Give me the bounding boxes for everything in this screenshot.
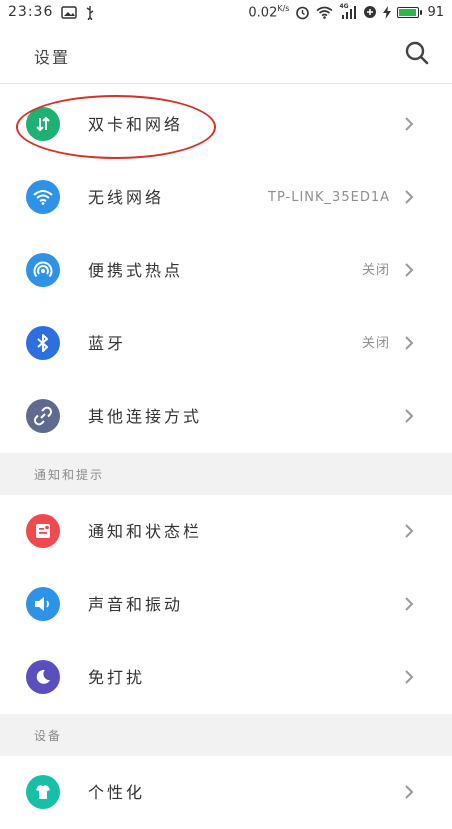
- item-value: TP-LINK_35ED1A: [268, 190, 390, 205]
- page-title: 设置: [34, 48, 71, 67]
- item-label: 无线网络: [88, 188, 165, 207]
- item-label: 其他连接方式: [88, 407, 203, 426]
- status-time: 23:36: [8, 4, 54, 20]
- search-icon: [405, 41, 429, 65]
- alarm-icon: [295, 5, 310, 20]
- item-label: 双卡和网络: [88, 115, 184, 134]
- setting-personalize[interactable]: 个性化: [0, 756, 452, 829]
- image-notification-icon: [61, 5, 78, 19]
- usb-icon: [85, 5, 95, 20]
- link-icon: [26, 399, 60, 433]
- chevron-right-icon: [405, 263, 414, 277]
- charging-icon: [383, 5, 392, 19]
- setting-notification-status-bar[interactable]: 通知和状态栏: [0, 495, 452, 568]
- settings-list: 双卡和网络 无线网络 TP-LINK_35ED1A 便携式热点 关闭 蓝牙 关闭…: [0, 88, 452, 829]
- chevron-right-icon: [405, 670, 414, 684]
- wifi-icon: [26, 180, 60, 214]
- item-label: 通知和状态栏: [88, 522, 203, 541]
- battery-level: 91: [427, 4, 444, 20]
- bluetooth-icon: [26, 326, 60, 360]
- chevron-right-icon: [405, 117, 414, 131]
- battery-icon: [397, 6, 423, 18]
- item-label: 蓝牙: [88, 334, 127, 353]
- dual-sim-network-icon: [26, 107, 60, 141]
- search-button[interactable]: [404, 40, 430, 66]
- status-bar: 23:36 0.02K/s 4G 91: [0, 0, 452, 24]
- setting-do-not-disturb[interactable]: 免打扰: [0, 641, 452, 714]
- setting-hotspot[interactable]: 便携式热点 关闭: [0, 234, 452, 307]
- divider: [0, 83, 452, 84]
- moon-icon: [26, 660, 60, 694]
- item-label: 免打扰: [88, 668, 146, 687]
- chevron-right-icon: [405, 190, 414, 204]
- data-saver-icon: [363, 5, 377, 19]
- chevron-right-icon: [405, 409, 414, 423]
- personalize-icon: [26, 775, 60, 809]
- network-speed: 0.02K/s: [248, 4, 290, 21]
- setting-bluetooth[interactable]: 蓝牙 关闭: [0, 307, 452, 380]
- signal-icon: 4G: [339, 3, 357, 19]
- section-header-device: 设备: [0, 714, 452, 756]
- section-title: 通知和提示: [34, 468, 105, 482]
- chevron-right-icon: [405, 597, 414, 611]
- section-title: 设备: [34, 729, 63, 743]
- chevron-right-icon: [405, 524, 414, 538]
- item-label: 个性化: [88, 783, 146, 802]
- item-label: 便携式热点: [88, 261, 184, 280]
- setting-sound-vibration[interactable]: 声音和振动: [0, 568, 452, 641]
- chevron-right-icon: [405, 336, 414, 350]
- setting-wifi[interactable]: 无线网络 TP-LINK_35ED1A: [0, 161, 452, 234]
- hotspot-icon: [26, 253, 60, 287]
- title-bar: 设置: [0, 24, 452, 82]
- setting-dual-sim-network[interactable]: 双卡和网络: [0, 88, 452, 161]
- item-label: 声音和振动: [88, 595, 184, 614]
- setting-other-connections[interactable]: 其他连接方式: [0, 380, 452, 453]
- sound-icon: [26, 587, 60, 621]
- notification-icon: [26, 514, 60, 548]
- item-value: 关闭: [361, 263, 390, 278]
- chevron-right-icon: [405, 785, 414, 799]
- section-header-notifications: 通知和提示: [0, 453, 452, 495]
- wifi-status-icon: [316, 6, 333, 19]
- item-value: 关闭: [361, 336, 390, 351]
